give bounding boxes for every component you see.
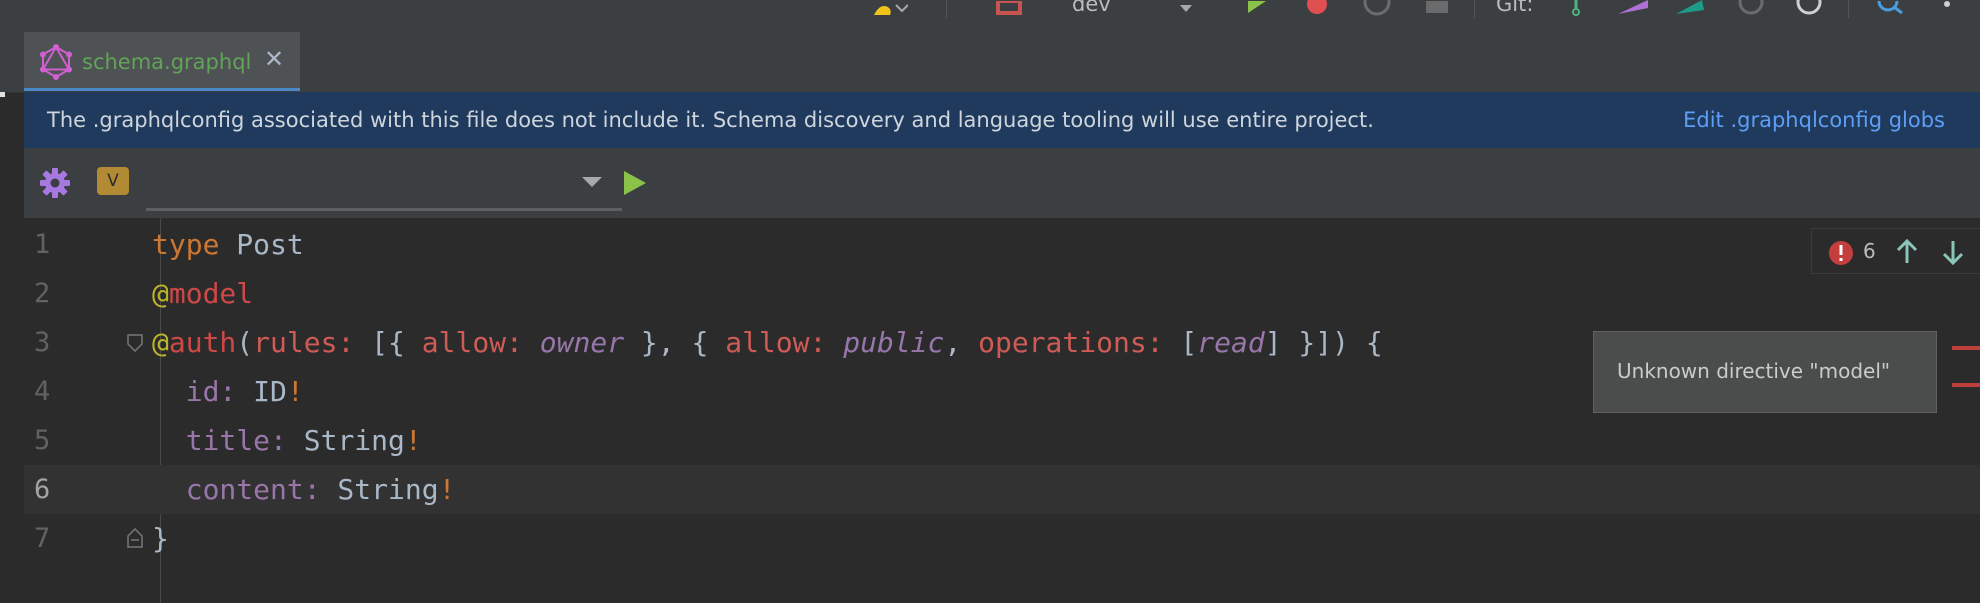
rollback-icon[interactable]	[1794, 0, 1824, 20]
editor-tab-strip: schema.graphql ✕	[0, 32, 1980, 97]
debug-icon[interactable]	[1304, 0, 1330, 20]
code-text: id: ID!	[185, 375, 304, 408]
code-line: 2 @model	[24, 269, 1980, 318]
build-icon[interactable]	[996, 0, 1022, 19]
banner-message: The .graphqlconfig associated with this …	[47, 108, 1374, 132]
line-number: 3	[34, 327, 51, 358]
code-text: type Post	[152, 228, 304, 261]
error-tooltip: Unknown directive "model"	[1593, 331, 1937, 413]
error-count: 6	[1863, 239, 1876, 263]
arrow-down-icon[interactable]	[1941, 239, 1965, 269]
line-number: 5	[34, 425, 51, 456]
chevron-down-icon	[582, 177, 602, 187]
search-icon[interactable]	[1876, 0, 1904, 19]
code-line: 7 }	[24, 514, 1980, 563]
arrow-up-icon[interactable]	[1895, 238, 1919, 269]
run-icon[interactable]	[1244, 0, 1268, 19]
git-label: Git:	[1496, 0, 1534, 16]
tab-title: schema.graphql	[82, 50, 252, 74]
error-stripe-marker[interactable]	[1952, 346, 1980, 350]
code-editor[interactable]: 1 type Post 2 @model 3 @auth(rules: [{ a…	[24, 218, 1980, 603]
graphql-toolbar: V	[24, 148, 1980, 219]
variables-button[interactable]: V	[97, 167, 129, 195]
line-number: 1	[34, 229, 51, 260]
code-text: }	[152, 522, 169, 555]
inspection-widget: 6	[1811, 228, 1980, 274]
tooltip-text: Unknown directive "model"	[1617, 359, 1891, 383]
run-config-label: dev	[1072, 0, 1111, 16]
history-icon[interactable]	[1736, 0, 1766, 20]
git-update-icon[interactable]	[1566, 0, 1586, 20]
code-line: 1 type Post	[24, 220, 1980, 269]
line-number: 6	[34, 474, 51, 505]
run-config-selector[interactable]: dev	[1072, 0, 1111, 16]
line-number: 2	[34, 278, 51, 309]
tab-strip-marker	[0, 92, 5, 97]
edit-globs-link[interactable]: Edit .graphqlconfig globs	[1683, 108, 1945, 132]
code-line: 5 title: String!	[24, 416, 1980, 465]
fold-close-icon[interactable]	[127, 527, 143, 548]
config-notification-banner: The .graphqlconfig associated with this …	[24, 92, 1980, 148]
git-commit-icon[interactable]	[1616, 0, 1650, 20]
error-icon[interactable]	[1828, 240, 1854, 270]
code-line-current: 6 content: String!	[24, 465, 1980, 514]
profile-icon[interactable]	[1362, 0, 1392, 20]
endpoint-selector[interactable]	[146, 156, 622, 211]
code-text: content: String!	[185, 473, 456, 506]
code-text: @auth(rules: [{ allow: owner }, { allow:…	[152, 326, 1383, 359]
run-query-icon[interactable]	[622, 169, 648, 201]
tab-schema-graphql[interactable]: schema.graphql ✕	[24, 32, 300, 91]
user-icon[interactable]	[872, 0, 909, 19]
git-push-icon[interactable]	[1674, 0, 1708, 20]
chevron-down-icon[interactable]	[1178, 0, 1194, 19]
line-number: 4	[34, 376, 51, 407]
error-stripe-marker[interactable]	[1952, 383, 1980, 387]
code-text: title: String!	[185, 424, 422, 457]
close-icon[interactable]: ✕	[264, 45, 284, 73]
stop-icon[interactable]	[1424, 0, 1450, 19]
gear-icon[interactable]	[39, 167, 71, 203]
fold-open-icon[interactable]	[127, 334, 143, 353]
line-number: 7	[34, 523, 51, 554]
more-menu-icon[interactable]	[1942, 0, 1952, 19]
main-toolbar: dev Git:	[0, 0, 1980, 32]
graphql-icon	[39, 44, 73, 84]
code-text: @model	[152, 277, 254, 310]
